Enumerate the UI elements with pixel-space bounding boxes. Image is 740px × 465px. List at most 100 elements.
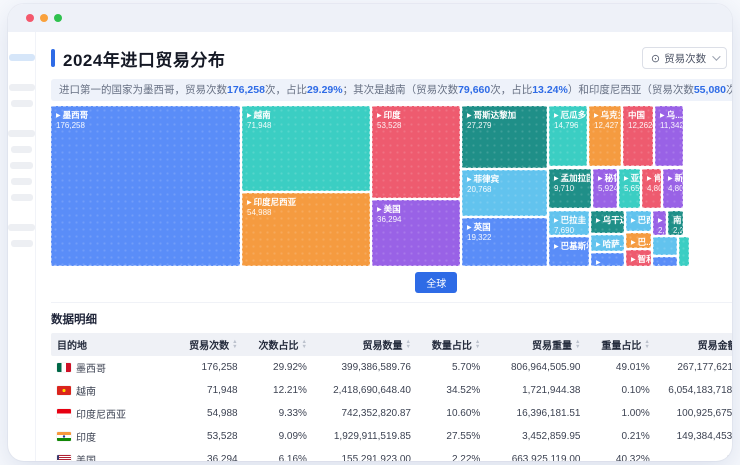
sidebar-item[interactable] [11,240,33,247]
table-row[interactable]: 墨西哥176,25829.92%399,386,589.765.70%806,9… [51,356,732,379]
tile-label: ▶ [658,261,672,266]
page-title: 2024年进口贸易分布 [63,46,225,71]
table-header-cell[interactable]: 重量占比▲▼ [586,333,655,356]
sort-icon[interactable]: ▲▼ [575,340,580,350]
treemap-tile-英国[interactable]: ▶英国19,322 [462,218,547,266]
treemap-tile-厄瓜多尔[interactable]: ▶厄瓜多尔14,796 [549,106,587,166]
metric-select[interactable]: ⊙ 贸易次数 [642,47,727,69]
treemap-tile-菲律宾[interactable]: ▶菲律宾20,768 [462,170,547,216]
treemap-tile-越南[interactable]: ▶越南71,948 [242,106,370,191]
value-cell: 27.55% [417,425,486,448]
summary-highlight: 79,660 [458,84,490,96]
tile-label: ▶美国 [377,204,455,215]
treemap-root-button[interactable]: 全球 [415,272,457,293]
sidebar-item[interactable] [11,178,32,185]
tile-value: 36,294 [377,215,455,225]
tile-value: 4,806 [647,184,656,194]
tile-label: ▶肯 [647,173,656,184]
value-cell: 149,384,453.99 [656,425,732,448]
drilldown-arrow-icon: ▶ [377,207,382,213]
treemap-tile-南[interactable]: 南2,2 [668,211,683,235]
metric-select-label: 贸易次数 [664,51,706,66]
treemap-tile-乌克兰[interactable]: ▶乌克兰12,427 [589,106,621,166]
drilldown-arrow-icon: ▶ [631,240,636,246]
treemap-tile-巴...[interactable]: ▶巴... [626,233,651,248]
treemap-tile-巴西[interactable]: ▶巴西 [626,211,651,231]
sidebar-item[interactable] [11,146,32,153]
value-cell: 663,925,119.00 [486,448,586,461]
treemap-tile-印度[interactable]: ▶印度53,528 [372,106,460,198]
country-name: 墨西哥 [76,360,106,375]
tile-label: ▶哈萨... [596,239,619,250]
value-cell: 36,294 [170,448,243,461]
table-header-cell[interactable]: 贸易次数▲▼ [170,333,243,356]
close-window-icon[interactable] [26,14,34,22]
table-row[interactable]: 美国36,2946.16%155,291,923.002.22%663,925,… [51,448,732,461]
tile-label: ▶巴... [631,237,646,248]
treemap-tile-孟加拉国[interactable]: ▶孟加拉国9,710 [549,169,591,208]
treemap-tile-哥斯达黎加[interactable]: ▶哥斯达黎加27,279 [462,106,547,168]
data-table: 目的地贸易次数▲▼次数占比▲▼贸易数量▲▼数量占比▲▼贸易重量▲▼重量占比▲▼贸… [51,333,732,461]
sort-icon[interactable]: ▲▼ [232,340,237,350]
sort-icon[interactable]: ▲▼ [406,340,411,350]
treemap-tile[interactable]: ▶ [653,257,677,266]
value-cell: 267,177,621.11 [656,356,732,379]
sidebar-item[interactable] [11,100,33,107]
treemap-tile[interactable] [653,237,677,255]
summary-segment: 进口第一的国家为墨西哥，贸易次数 [59,84,227,96]
sidebar-item[interactable] [10,162,33,169]
treemap-tile-巴基斯坦[interactable]: ▶巴基斯坦 [549,237,589,266]
tile-value: 27,279 [467,121,542,131]
treemap-tile-墨西哥[interactable]: ▶墨西哥176,258 [51,106,240,266]
drilldown-arrow-icon: ▶ [598,176,603,182]
table-row[interactable]: 印度53,5289.09%1,929,911,519.8527.55%3,452… [51,425,732,448]
column-header-label: 次数占比 [259,337,299,352]
treemap-tile-乌...[interactable]: ▶乌...11,342 [655,106,683,166]
value-cell: 16,396,181.51 [486,402,586,425]
table-header-cell[interactable]: 次数占比▲▼ [244,333,313,356]
flag-icon-in [57,432,71,441]
sidebar-item[interactable] [9,84,35,91]
sort-icon[interactable]: ▲▼ [475,340,480,350]
summary-segment: 次，占比 [265,84,307,96]
maximize-window-icon[interactable] [54,14,62,22]
destination-cell: 印度 [51,425,170,448]
treemap-tile-亚[interactable]: ▶亚5,650 [619,169,640,208]
sidebar-item[interactable] [8,130,35,137]
treemap-tile-美国[interactable]: ▶美国36,294 [372,200,460,266]
treemap-tile[interactable] [679,237,689,266]
treemap-tile[interactable]: ▶ [591,253,624,266]
tile-label: 南 [673,215,678,226]
sort-icon[interactable]: ▲▼ [644,340,649,350]
treemap-tile-哈萨...[interactable]: ▶哈萨... [591,235,624,251]
treemap-tile-肯[interactable]: ▶肯4,806 [642,169,661,208]
treemap-tile-印度尼西亚[interactable]: ▶印度尼西亚54,988 [242,193,370,266]
sidebar-item[interactable] [8,224,35,231]
treemap-tile-中国[interactable]: 中国12,262 [623,106,653,166]
summary-highlight: 176,258 [227,84,265,96]
column-header-label: 贸易数量 [363,337,403,352]
sort-icon[interactable]: ▲▼ [302,340,307,350]
treemap-tile-巴拉圭[interactable]: ▶巴拉圭7,690 [549,211,589,235]
table-header-cell[interactable]: 贸易金额▲▼ [656,333,732,356]
sidebar-item[interactable] [11,194,33,201]
tile-value: 12,427 [594,121,616,131]
treemap-tile[interactable]: ▶2,5 [653,211,666,235]
treemap-tile-秘鲁[interactable]: ▶秘鲁5,924 [593,169,617,208]
table-header-cell[interactable]: 数量占比▲▼ [417,333,486,356]
table-row[interactable]: 印度尼西亚54,9889.33%742,352,820.8710.60%16,3… [51,402,732,425]
treemap-tile-新[interactable]: ▶新4,804 [663,169,683,208]
value-cell: 54,988 [170,402,243,425]
treemap-tile-智利[interactable]: ▶智利 [626,250,651,266]
value-cell: 6.16% [244,448,313,461]
value-cell: 6,054,183,718.45 [656,379,732,402]
table-header-cell[interactable]: 贸易重量▲▼ [486,333,586,356]
tile-label: ▶哥斯达黎加 [467,110,542,121]
table-row[interactable]: 越南71,94812.21%2,418,690,648.4034.52%1,72… [51,379,732,402]
tile-value: 20,768 [467,185,542,195]
minimize-window-icon[interactable] [40,14,48,22]
table-header-cell[interactable]: 贸易数量▲▼ [313,333,417,356]
sidebar-item-active[interactable] [9,54,35,61]
summary-highlight: 13.24% [532,84,568,96]
treemap-tile-乌干达[interactable]: ▶乌干达 [591,211,624,233]
